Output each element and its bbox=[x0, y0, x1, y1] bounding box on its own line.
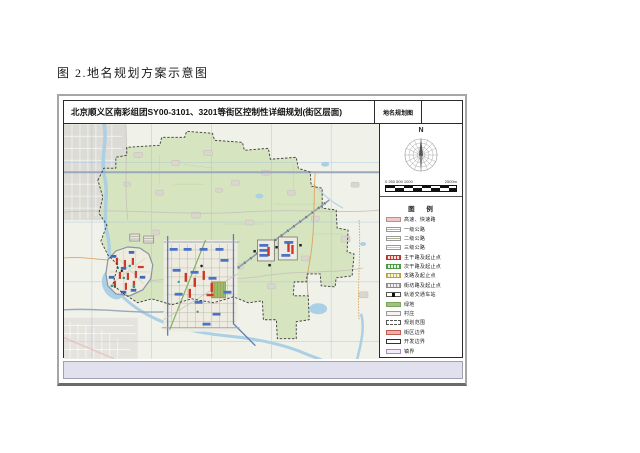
legend-label: 村庄 bbox=[404, 310, 415, 317]
sheet-title-bar: 北京顺义区南彩组团SY00-3101、3201等街区控制性详细规划(街区层面) … bbox=[64, 101, 462, 124]
legend-swatch bbox=[386, 236, 401, 241]
map-canvas bbox=[64, 124, 379, 359]
legend-swatch bbox=[386, 273, 401, 278]
legend-item: 街区边界 bbox=[386, 329, 457, 336]
urban-area-southwest bbox=[64, 318, 138, 359]
legend-swatch bbox=[386, 302, 401, 307]
legend: 图 例 高速、快速路 一级公路 二级公路 三级公路 主干路及起止点 次干路及起止… bbox=[380, 199, 462, 357]
station-dot bbox=[200, 265, 203, 268]
sheet-label: 地名规划图 bbox=[374, 101, 421, 123]
document-page: 图 2.地名规划方案示意图 北京顺义区南彩组团SY00-3101、3201等街区… bbox=[0, 0, 640, 453]
legend-swatch bbox=[386, 283, 401, 288]
legend-swatch bbox=[386, 255, 401, 260]
legend-item: 主干路及起止点 bbox=[386, 254, 457, 261]
legend-label: 主干路及起止点 bbox=[404, 254, 441, 261]
legend-item: 规划范围 bbox=[386, 319, 457, 326]
legend-swatch bbox=[386, 349, 401, 354]
figure-frame: 北京顺义区南彩组团SY00-3101、3201等街区控制性详细规划(街区层面) … bbox=[57, 94, 467, 386]
scale-bar-graphic bbox=[385, 185, 457, 192]
scale-end: 2500m bbox=[445, 179, 457, 184]
legend-item: 次干路及起止点 bbox=[386, 263, 457, 270]
legend-item: 村庄 bbox=[386, 310, 457, 317]
legend-item: 镇界 bbox=[386, 348, 457, 355]
legend-label: 轨道交通车站 bbox=[404, 291, 436, 298]
north-label: N bbox=[418, 127, 423, 134]
legend-item: 高速、快速路 bbox=[386, 216, 457, 223]
legend-swatch bbox=[386, 330, 401, 335]
legend-item: 一级公路 bbox=[386, 226, 457, 233]
legend-item: 轨道交通车站 bbox=[386, 291, 457, 298]
legend-label: 绿地 bbox=[404, 301, 415, 308]
legend-item: 二级公路 bbox=[386, 235, 457, 242]
sheet-title: 北京顺义区南彩组团SY00-3101、3201等街区控制性详细规划(街区层面) bbox=[64, 101, 374, 123]
legend-label: 次干路及起止点 bbox=[404, 263, 441, 270]
legend-label: 二级公路 bbox=[404, 235, 425, 242]
legend-swatch bbox=[386, 264, 401, 269]
panel-divider bbox=[380, 196, 462, 197]
legend-swatch bbox=[386, 339, 401, 344]
legend-item: 绿地 bbox=[386, 301, 457, 308]
legend-label: 规划范围 bbox=[404, 319, 425, 326]
legend-title: 图 例 bbox=[389, 203, 457, 213]
figure-caption: 图 2.地名规划方案示意图 bbox=[57, 64, 209, 81]
legend-swatch bbox=[386, 320, 401, 325]
north-compass: N bbox=[380, 124, 462, 178]
legend-panel: N bbox=[379, 124, 462, 357]
compass-rose-icon bbox=[400, 134, 442, 176]
legend-label: 支路及起止点 bbox=[404, 272, 436, 279]
legend-item: 开发边界 bbox=[386, 338, 457, 345]
planning-map bbox=[64, 124, 379, 359]
legend-swatch bbox=[386, 292, 401, 297]
sheet-body: N bbox=[64, 124, 462, 357]
title-spacer-cell bbox=[421, 101, 462, 123]
legend-label: 开发边界 bbox=[404, 338, 425, 345]
legend-label: 街坊路及起止点 bbox=[404, 282, 441, 289]
station-dot bbox=[121, 270, 123, 272]
notes-strip bbox=[63, 361, 463, 379]
plan-sheet: 北京顺义区南彩组团SY00-3101、3201等街区控制性详细规划(街区层面) … bbox=[63, 100, 463, 358]
legend-item: 街坊路及起止点 bbox=[386, 282, 457, 289]
legend-label: 三级公路 bbox=[404, 244, 425, 251]
legend-swatch bbox=[386, 227, 401, 232]
legend-item: 三级公路 bbox=[386, 244, 457, 251]
legend-swatch bbox=[386, 311, 401, 316]
legend-label: 镇界 bbox=[404, 348, 415, 355]
legend-label: 高速、快速路 bbox=[404, 216, 436, 223]
legend-swatch bbox=[386, 245, 401, 250]
scale-bar: 0 250 500 1000 2500m bbox=[380, 178, 462, 196]
legend-label: 一级公路 bbox=[404, 226, 425, 233]
legend-label: 街区边界 bbox=[404, 329, 425, 336]
legend-swatch bbox=[386, 217, 401, 222]
scale-ticks: 0 250 500 1000 bbox=[385, 179, 413, 184]
scale-labels: 0 250 500 1000 2500m bbox=[385, 179, 457, 184]
legend-item: 支路及起止点 bbox=[386, 272, 457, 279]
pond-southeast bbox=[309, 303, 327, 314]
